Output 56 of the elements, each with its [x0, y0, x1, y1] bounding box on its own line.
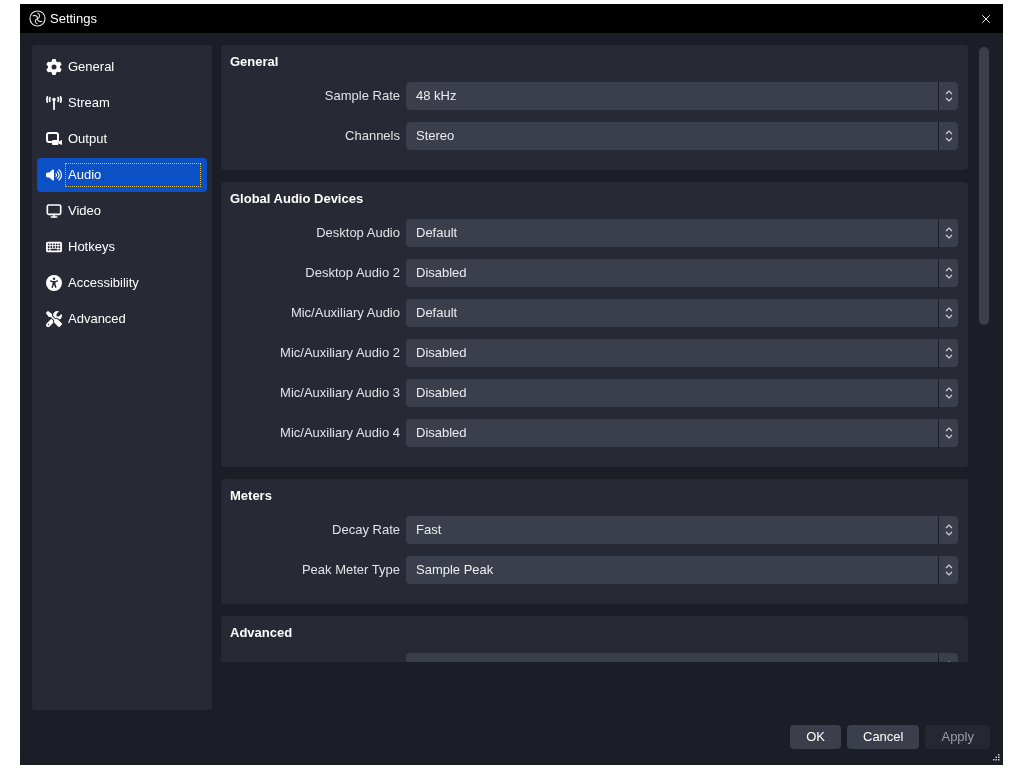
- sidebar-item[interactable]: Video: [37, 194, 207, 228]
- resize-grip-icon[interactable]: [993, 754, 1000, 761]
- field-label: Mic/Auxiliary Audio 2: [280, 345, 400, 361]
- up-down-arrows-icon: [944, 90, 953, 102]
- dropdown[interactable]: Stereo: [406, 122, 958, 150]
- up-down-arrows-icon: [944, 564, 953, 576]
- field-label: Desktop Audio 2: [305, 265, 400, 281]
- scrollbar-thumb[interactable]: [979, 47, 989, 325]
- tools-icon: [46, 311, 62, 327]
- dropdown[interactable]: 48 kHz: [406, 82, 958, 110]
- dropdown[interactable]: Disabled: [406, 379, 958, 407]
- dialog-button[interactable]: Cancel: [847, 725, 920, 749]
- section-heading: Meters: [230, 488, 272, 504]
- field-label: Peak Meter Type: [301, 562, 400, 578]
- accessibility-icon: [46, 275, 62, 291]
- field-label: Sample Rate: [324, 88, 400, 104]
- field-label: Mic/Auxiliary Audio: [290, 305, 400, 321]
- window-title: Settings: [50, 10, 97, 27]
- up-down-arrows-icon: [944, 524, 953, 536]
- sidebar-item[interactable]: Hotkeys: [37, 230, 207, 264]
- field-label: Mic/Auxiliary Audio 3: [280, 385, 400, 401]
- field-label: Channels: [345, 128, 400, 144]
- antenna-tower-icon: [46, 95, 62, 111]
- dropdown[interactable]: Default: [406, 219, 958, 247]
- up-down-arrows-icon: [944, 427, 953, 439]
- field-label: Mic/Auxiliary Audio 4: [280, 425, 400, 441]
- field-label: Decay Rate: [332, 522, 400, 538]
- section-heading: Advanced: [230, 625, 293, 641]
- dropdown[interactable]: Disabled: [406, 339, 958, 367]
- sidebar-item[interactable]: Output: [37, 122, 207, 156]
- sidebar-item[interactable]: Accessibility: [37, 266, 207, 300]
- monitor-icon: [46, 203, 62, 219]
- field-label: Desktop Audio: [316, 225, 400, 241]
- section-heading: Global Audio Devices: [230, 191, 364, 207]
- dialog-button[interactable]: OK: [790, 725, 841, 749]
- sidebar-item[interactable]: General: [37, 50, 207, 84]
- sidebar-item[interactable]: Advanced: [37, 302, 207, 336]
- up-down-arrows-icon: [944, 347, 953, 359]
- app-logo-icon: [29, 10, 46, 27]
- dropdown[interactable]: Disabled: [406, 419, 958, 447]
- gear-icon: [46, 59, 62, 75]
- up-down-arrows-icon: [944, 307, 953, 319]
- up-down-arrows-icon: [944, 227, 953, 239]
- keyboard-icon: [46, 239, 62, 255]
- dropdown[interactable]: Sample Peak: [406, 556, 958, 584]
- section-heading: General: [230, 54, 279, 70]
- sidebar-item[interactable]: Stream: [37, 86, 207, 120]
- screen-camera-icon: [46, 131, 62, 147]
- dropdown[interactable]: Fast: [406, 516, 958, 544]
- dropdown[interactable]: Disabled: [406, 259, 958, 287]
- sidebar-item[interactable]: Audio: [37, 158, 207, 192]
- up-down-arrows-icon: [944, 130, 953, 142]
- up-down-arrows-icon: [944, 387, 953, 399]
- dropdown[interactable]: Default: [406, 299, 958, 327]
- up-down-arrows-icon: [944, 267, 953, 279]
- speaker-icon: [46, 167, 62, 183]
